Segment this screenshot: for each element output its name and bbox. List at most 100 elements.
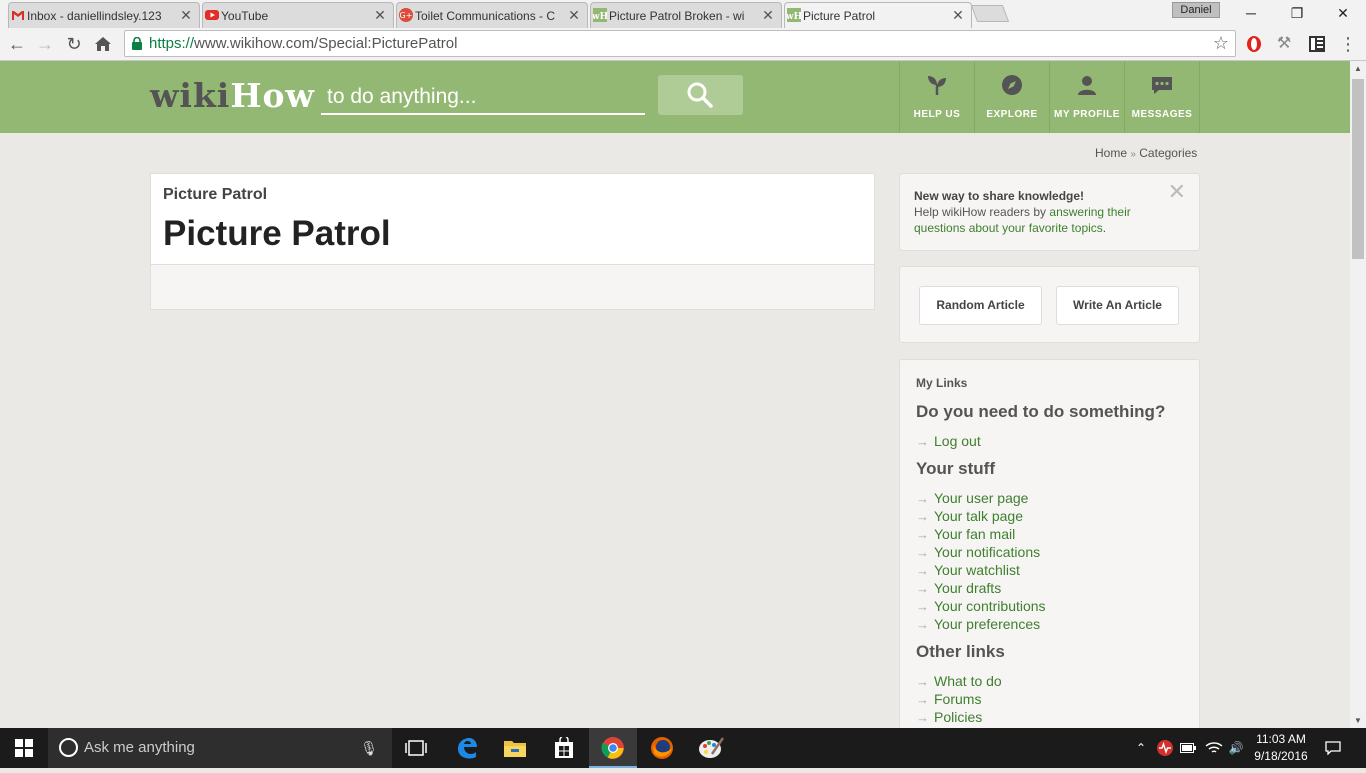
scroll-down-arrow-icon[interactable]: ▼ xyxy=(1350,713,1366,729)
battery-icon[interactable] xyxy=(1178,728,1198,768)
firefox-icon[interactable] xyxy=(638,728,686,768)
other-links-heading: Other links xyxy=(916,642,1005,661)
wifi-icon[interactable] xyxy=(1203,728,1225,768)
my-links-box: My Links Do you need to do something? → L… xyxy=(899,359,1200,739)
browser-toolbar: ← → ↻ https://www.wikihow.com/Special:Pi… xyxy=(0,28,1366,61)
chat-bubble-icon xyxy=(1152,77,1172,94)
heartbeat-tray-icon[interactable] xyxy=(1154,728,1176,768)
breadcrumb-categories-link[interactable]: Categories xyxy=(1139,146,1197,160)
action-center-icon[interactable] xyxy=(1320,728,1346,768)
arrow-right-icon: → xyxy=(916,692,929,707)
nav-explore[interactable]: EXPLORE xyxy=(974,61,1049,133)
link-your-drafts[interactable]: → Your drafts xyxy=(916,579,1183,597)
menu-kebab-icon[interactable]: ⋮ xyxy=(1336,32,1360,56)
svg-text:G+: G+ xyxy=(400,11,413,20)
home-icon[interactable] xyxy=(91,32,115,56)
new-tab-button[interactable] xyxy=(970,5,1010,22)
wikihow-logo[interactable]: wikiHow xyxy=(150,76,315,115)
link-your-notifications[interactable]: → Your notifications xyxy=(916,543,1183,561)
link-log-out[interactable]: → Log out xyxy=(916,432,1183,450)
back-arrow-icon[interactable]: ← xyxy=(5,32,29,56)
volume-icon[interactable]: 🔊 xyxy=(1226,728,1246,768)
link-your-contributions[interactable]: → Your contributions xyxy=(916,597,1183,615)
breadcrumb-home-link[interactable]: Home xyxy=(1095,146,1127,160)
site-search-input[interactable] xyxy=(321,81,645,113)
nav-label: MESSAGES xyxy=(1131,109,1193,120)
link-your-preferences[interactable]: → Your preferences xyxy=(916,615,1183,633)
system-clock[interactable]: 11:03 AM 9/18/2016 xyxy=(1246,731,1316,765)
link-what-to-do[interactable]: → What to do xyxy=(916,672,1183,690)
nav-label: MY PROFILE xyxy=(1054,109,1120,120)
chrome-icon[interactable] xyxy=(589,728,637,768)
breadcrumb-separator: » xyxy=(1130,149,1136,160)
microphone-icon[interactable]: 🎙 xyxy=(360,728,378,768)
link-your-watchlist[interactable]: → Your watchlist xyxy=(916,561,1183,579)
clock-time: 11:03 AM xyxy=(1256,732,1306,746)
close-icon[interactable]: ✕ xyxy=(179,7,193,24)
scrollbar-thumb[interactable] xyxy=(1352,79,1364,259)
close-icon[interactable]: ✕ xyxy=(951,7,965,24)
address-bar[interactable]: https://www.wikihow.com/Special:PictureP… xyxy=(124,30,1236,57)
person-icon xyxy=(1078,76,1096,95)
tab-picture-patrol-broken[interactable]: wH Picture Patrol Broken - wi ✕ xyxy=(590,2,782,28)
opera-extension-icon[interactable] xyxy=(1242,32,1266,56)
notice-text: Help wikiHow readers by xyxy=(914,205,1050,219)
close-icon[interactable]: ✕ xyxy=(761,7,775,24)
svg-text:wH: wH xyxy=(787,12,801,22)
close-icon[interactable]: ✕ xyxy=(373,7,387,24)
write-article-button[interactable]: Write An Article xyxy=(1056,286,1179,325)
browser-tab-strip: Inbox - daniellindsley.123 ✕ YouTube ✕ G… xyxy=(0,0,1366,28)
file-explorer-icon[interactable] xyxy=(491,728,539,768)
scroll-up-arrow-icon[interactable]: ▲ xyxy=(1350,61,1366,77)
profile-button[interactable]: Daniel xyxy=(1172,2,1220,18)
restore-icon[interactable]: ❐ xyxy=(1274,0,1320,28)
chevron-up-icon[interactable]: ⌃ xyxy=(1132,728,1150,768)
tab-title: Inbox - daniellindsley.123 xyxy=(27,8,162,23)
tab-picture-patrol[interactable]: wH Picture Patrol ✕ xyxy=(784,2,972,28)
arrow-right-icon: → xyxy=(916,599,929,614)
nav-my-profile[interactable]: MY PROFILE xyxy=(1049,61,1124,133)
close-icon[interactable]: ✕ xyxy=(567,7,581,24)
windows-taskbar: Ask me anything 🎙 ⌃ 🔊 11:03 AM 9/18/2016 xyxy=(0,728,1366,768)
cortana-search-box[interactable]: Ask me anything 🎙 xyxy=(48,728,392,768)
cortana-icon xyxy=(59,738,78,757)
site-search xyxy=(321,81,645,115)
gmail-icon xyxy=(12,11,24,20)
start-button[interactable] xyxy=(0,728,48,768)
site-search-button[interactable] xyxy=(658,75,743,115)
link-policies[interactable]: → Policies xyxy=(916,708,1183,726)
close-icon[interactable]: ✕ xyxy=(1168,181,1186,203)
edge-browser-icon[interactable] xyxy=(443,728,491,768)
extension-grid-icon[interactable] xyxy=(1305,32,1329,56)
tab-title: Picture Patrol xyxy=(803,8,876,23)
tab-gmail[interactable]: Inbox - daniellindsley.123 ✕ xyxy=(8,2,200,28)
window-close-icon[interactable]: ✕ xyxy=(1320,0,1366,28)
random-article-button[interactable]: Random Article xyxy=(919,286,1042,325)
nav-label: EXPLORE xyxy=(986,109,1038,120)
link-your-talk-page[interactable]: → Your talk page xyxy=(916,507,1183,525)
forward-arrow-icon[interactable]: → xyxy=(33,32,57,56)
notice-text-end: . xyxy=(1102,221,1107,235)
lock-icon xyxy=(132,37,142,50)
tab-title: YouTube xyxy=(221,8,269,23)
knowledge-notice: New way to share knowledge! Help wikiHow… xyxy=(899,173,1200,251)
nav-help-us[interactable]: HELP US xyxy=(899,61,974,133)
page-title: Picture Patrol xyxy=(163,214,391,253)
hammer-extension-icon[interactable]: ⚒ xyxy=(1272,32,1296,56)
arrow-right-icon: → xyxy=(916,434,929,449)
link-your-user-page[interactable]: → Your user page xyxy=(916,489,1183,507)
tab-toilet-communications[interactable]: G+ Toilet Communications - C ✕ xyxy=(396,2,588,28)
task-view-icon[interactable] xyxy=(392,728,440,768)
reload-icon[interactable]: ↻ xyxy=(62,32,86,56)
link-your-fan-mail[interactable]: → Your fan mail xyxy=(916,525,1183,543)
store-icon[interactable] xyxy=(540,728,588,768)
bookmark-star-icon[interactable]: ☆ xyxy=(1213,31,1229,56)
page-scrollbar[interactable]: ▲ ▼ xyxy=(1350,61,1366,729)
tab-title: Picture Patrol Broken - wi xyxy=(609,8,745,23)
minimize-icon[interactable]: ─ xyxy=(1228,0,1274,28)
search-icon xyxy=(687,82,713,108)
link-forums[interactable]: → Forums xyxy=(916,690,1183,708)
nav-messages[interactable]: MESSAGES xyxy=(1124,61,1200,133)
paint-app-icon[interactable] xyxy=(687,728,735,768)
tab-youtube[interactable]: YouTube ✕ xyxy=(202,2,394,28)
